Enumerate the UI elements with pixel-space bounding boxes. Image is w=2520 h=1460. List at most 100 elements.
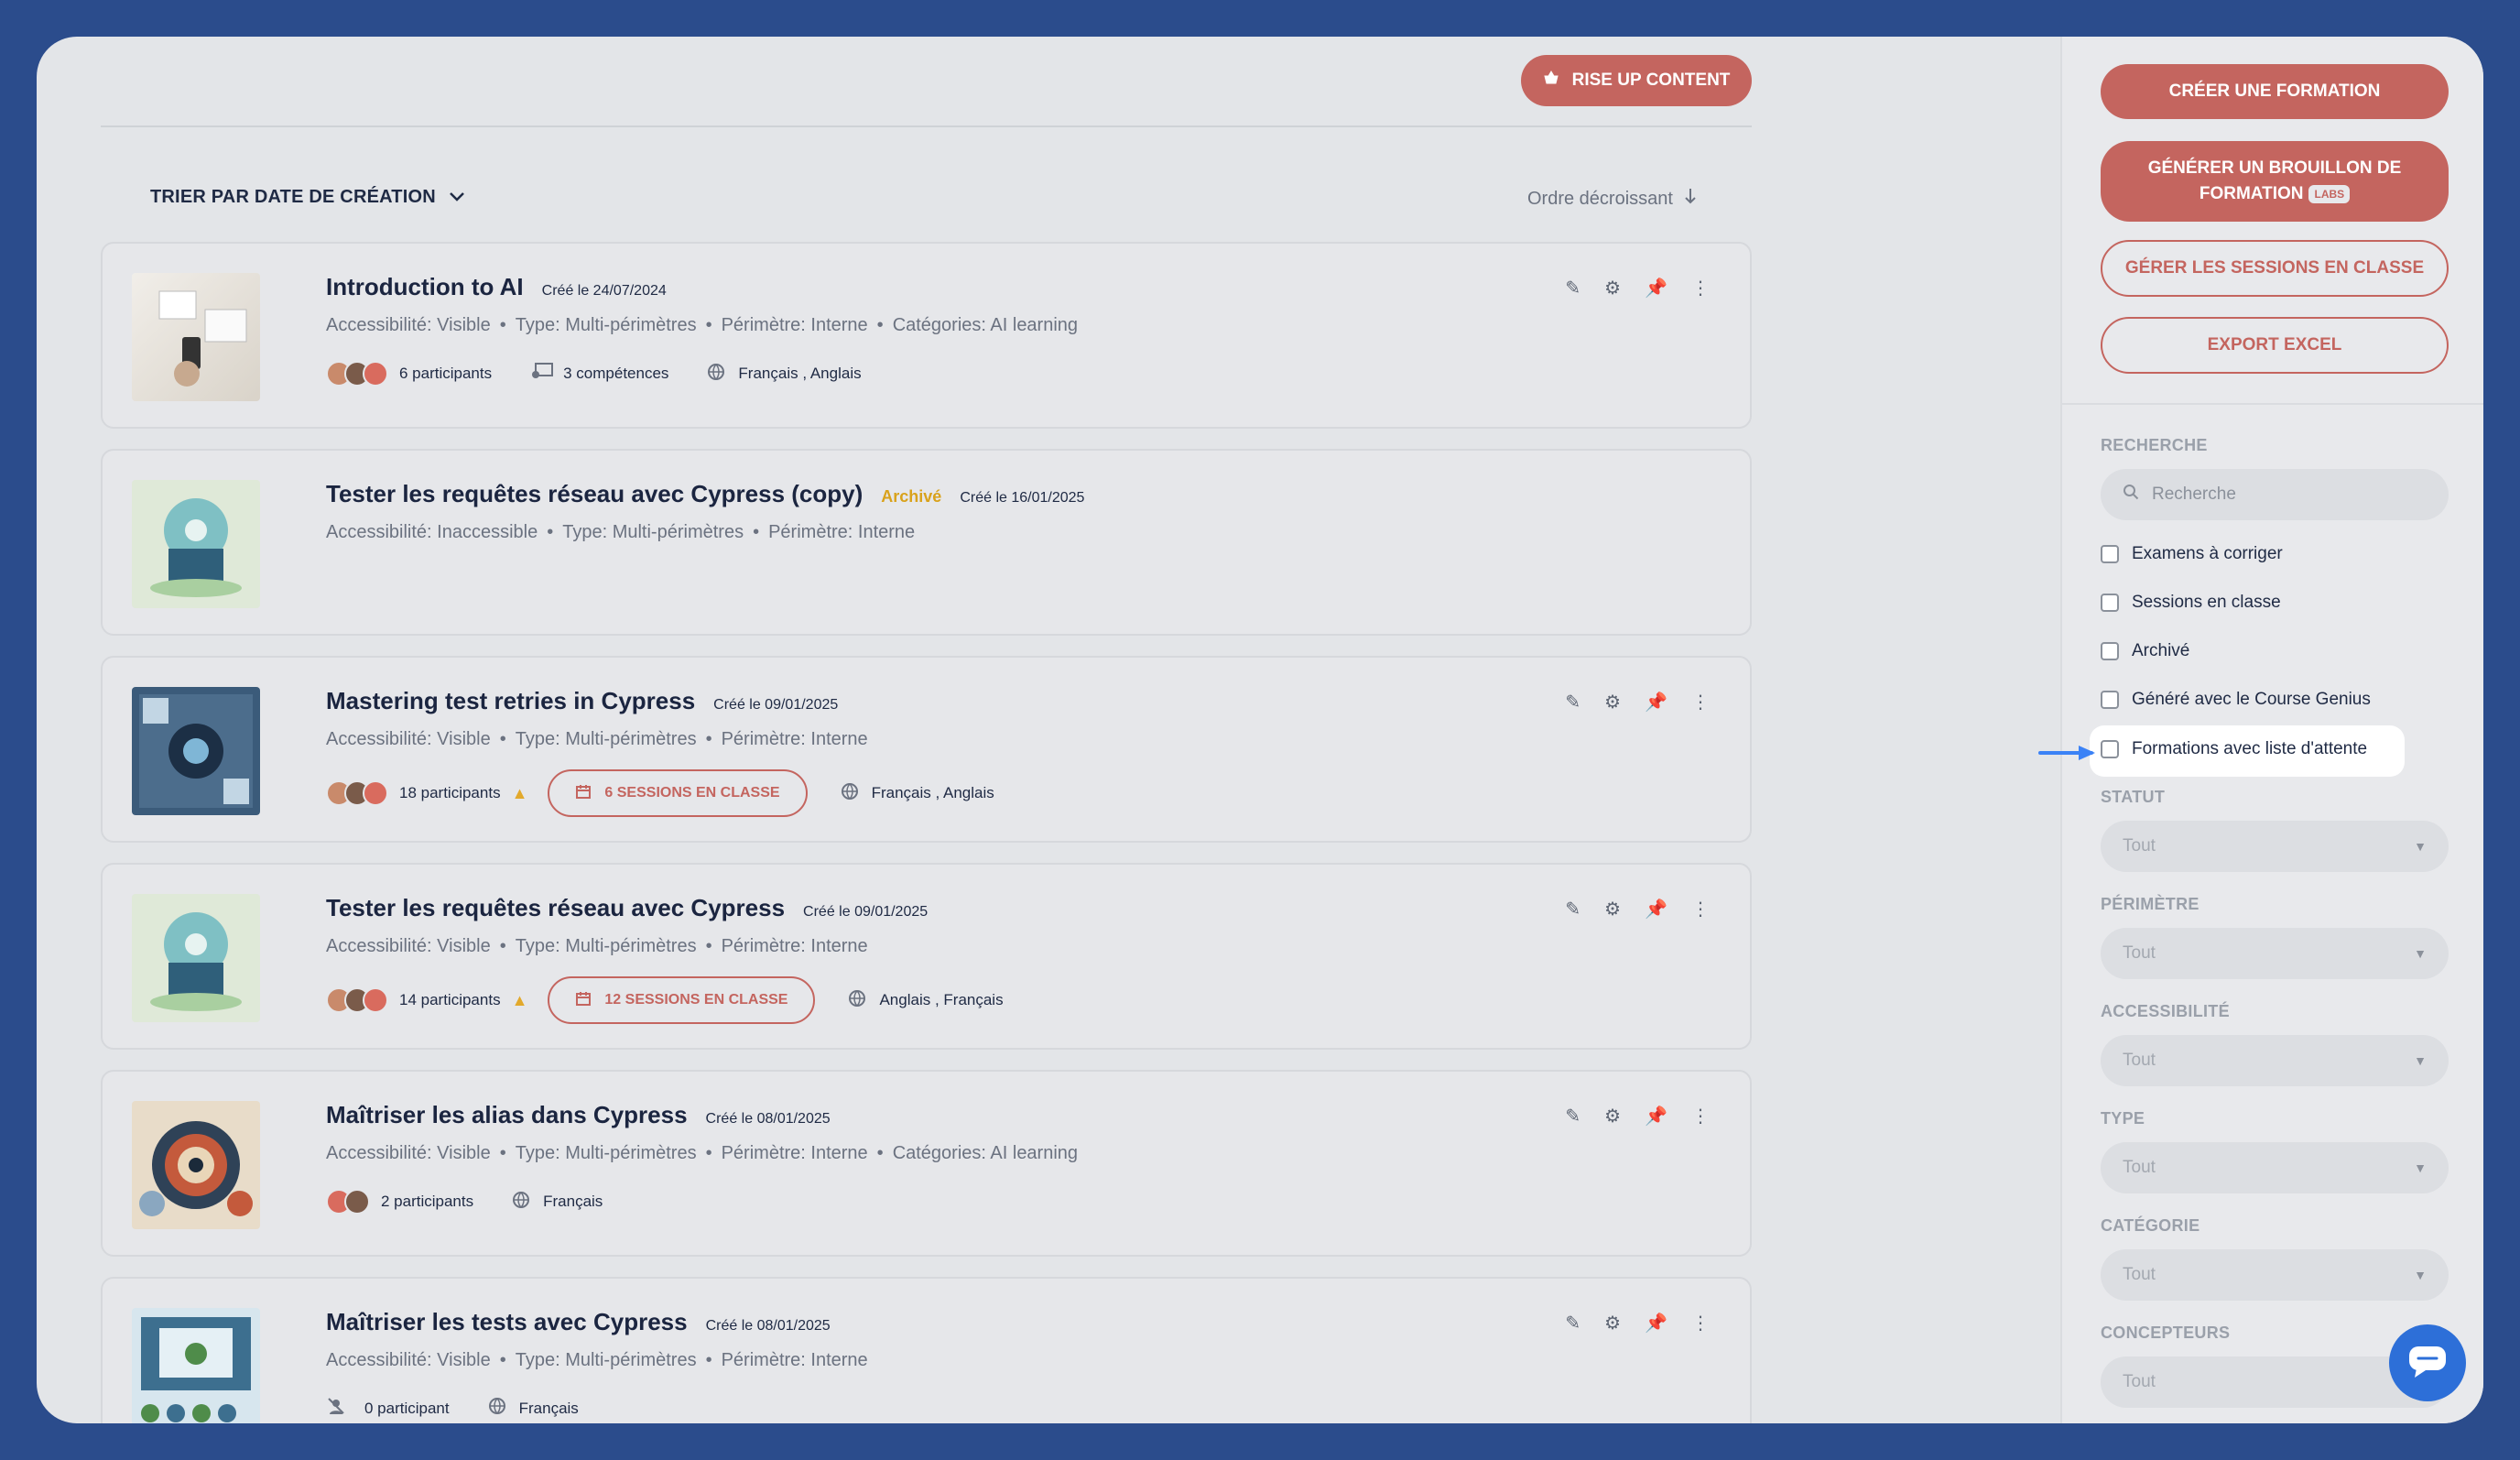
course-title[interactable]: Maîtriser les alias dans Cypress (326, 1101, 688, 1129)
sessions-label: 12 SESSIONS EN CLASSE (604, 992, 788, 1008)
checkbox-box[interactable] (2101, 691, 2119, 709)
app-window: RISE UP CONTENT TRIER PAR DATE DE CRÉATI… (37, 37, 2483, 1423)
gear-icon[interactable]: ⚙ (1604, 277, 1621, 300)
pin-icon[interactable]: 📌 (1645, 277, 1667, 300)
category-select[interactable]: Tout ▼ (2101, 1249, 2449, 1301)
create-course-button[interactable]: CRÉER UNE FORMATION (2101, 64, 2449, 119)
course-card[interactable]: Tester les requêtes réseau avec Cypress … (101, 449, 1752, 636)
more-vertical-icon[interactable]: ⋮ (1691, 1105, 1710, 1128)
course-card[interactable]: Tester les requêtes réseau avec Cypress … (101, 863, 1752, 1050)
meta-perimeter: Périmètre: Interne (768, 522, 916, 542)
edit-icon[interactable]: ✎ (1565, 691, 1580, 714)
warning-icon: ▲ (511, 783, 528, 802)
more-vertical-icon[interactable]: ⋮ (1691, 691, 1710, 714)
participant-avatars (326, 361, 388, 387)
pin-icon[interactable]: 📌 (1645, 898, 1667, 921)
filter-perimeter-label: PÉRIMÈTRE (2101, 895, 2200, 913)
course-meta: Accessibilité: Visible • Type: Multi-péri… (326, 315, 1079, 335)
checkbox-course-genius[interactable]: Généré avec le Course Genius (2101, 690, 2371, 710)
checkbox-box[interactable] (2101, 642, 2119, 660)
pin-icon[interactable]: 📌 (1645, 691, 1667, 714)
more-vertical-icon[interactable]: ⋮ (1691, 1312, 1710, 1335)
filter-category-label: CATÉGORIE (2101, 1216, 2200, 1235)
divider (2062, 403, 2483, 405)
sort-dropdown[interactable]: TRIER PAR DATE DE CRÉATION (150, 187, 465, 208)
meta-perimeter: Périmètre: Interne (721, 936, 868, 956)
edit-icon[interactable]: ✎ (1565, 1105, 1580, 1128)
gear-icon[interactable]: ⚙ (1604, 1312, 1621, 1335)
participants-count: 0 participant (364, 1399, 450, 1417)
course-title[interactable]: Tester les requêtes réseau avec Cypress (326, 894, 785, 922)
meta-accessibility: Accessibilité: Visible (326, 1350, 491, 1370)
rise-up-content-button[interactable]: RISE UP CONTENT (1521, 55, 1752, 106)
globe-icon (841, 782, 859, 805)
meta-accessibility: Accessibilité: Visible (326, 729, 491, 749)
checkbox-waitlist[interactable]: Formations avec liste d'attente (2101, 739, 2367, 759)
meta-type: Type: Multi-périmètres (515, 1143, 697, 1163)
chat-button[interactable] (2389, 1324, 2466, 1401)
generate-draft-button[interactable]: GÉNÉRER UN BROUILLON DE FORMATION LABS (2101, 141, 2449, 222)
course-card[interactable]: Maîtriser les tests avec Cypress Créé le… (101, 1277, 1752, 1423)
edit-icon[interactable]: ✎ (1565, 1312, 1580, 1335)
select-value: Tout (2123, 943, 2156, 963)
meta-perimeter: Périmètre: Interne (721, 1143, 868, 1163)
gear-icon[interactable]: ⚙ (1604, 1105, 1621, 1128)
calendar-icon (575, 783, 592, 804)
course-info-row: 6 participants 3 compétences Français , … (326, 361, 862, 387)
course-meta: Accessibilité: Visible • Type: Multi-péri… (326, 729, 868, 749)
course-meta: Accessibilité: Visible • Type: Multi-péri… (326, 1143, 1079, 1163)
accessibility-select[interactable]: Tout ▼ (2101, 1035, 2449, 1086)
sort-order-toggle[interactable]: Ordre décroissant (1527, 187, 1697, 211)
chat-bubble-icon (2407, 1343, 2448, 1384)
sessions-button[interactable]: 6 SESSIONS EN CLASSE (548, 769, 808, 817)
course-title[interactable]: Mastering test retries in Cypress (326, 687, 695, 715)
checkbox-archived[interactable]: Archivé (2101, 641, 2189, 661)
course-card[interactable]: Mastering test retries in Cypress Créé l… (101, 656, 1752, 843)
type-select[interactable]: Tout ▼ (2101, 1142, 2449, 1193)
no-participants-icon (326, 1396, 346, 1421)
course-thumbnail (132, 1101, 260, 1229)
search-icon (2123, 484, 2139, 506)
caret-down-icon: ▼ (2414, 839, 2427, 854)
chevron-down-icon (449, 187, 465, 208)
globe-icon (848, 989, 866, 1012)
sort-order-label: Ordre décroissant (1527, 188, 1673, 209)
export-excel-button[interactable]: EXPORT EXCEL (2101, 317, 2449, 374)
course-info-row: 0 participant Français (326, 1396, 579, 1421)
checkbox-sessions[interactable]: Sessions en classe (2101, 593, 2281, 613)
meta-accessibility: Accessibilité: Inaccessible (326, 522, 538, 542)
participant-avatars (326, 780, 388, 806)
caret-down-icon: ▼ (2414, 946, 2427, 961)
more-vertical-icon[interactable]: ⋮ (1691, 898, 1710, 921)
sessions-button[interactable]: 12 SESSIONS EN CLASSE (548, 976, 816, 1024)
checkbox-box[interactable] (2101, 545, 2119, 563)
course-actions: ✎ ⚙ 📌 ⋮ (1565, 1105, 1710, 1128)
perimeter-select[interactable]: Tout ▼ (2101, 928, 2449, 979)
languages: Anglais , Français (879, 991, 1004, 1008)
pin-icon[interactable]: 📌 (1645, 1312, 1667, 1335)
course-list-panel: RISE UP CONTENT TRIER PAR DATE DE CRÉATI… (37, 37, 2060, 1423)
gear-icon[interactable]: ⚙ (1604, 691, 1621, 714)
generate-draft-label: GÉNÉRER UN BROUILLON DE FORMATION (2147, 158, 2402, 203)
meta-type: Type: Multi-périmètres (515, 729, 697, 749)
checkbox-box[interactable] (2101, 740, 2119, 758)
manage-sessions-button[interactable]: GÉRER LES SESSIONS EN CLASSE (2101, 240, 2449, 297)
edit-icon[interactable]: ✎ (1565, 898, 1580, 921)
search-input[interactable]: Recherche (2101, 469, 2449, 520)
course-title[interactable]: Introduction to AI (326, 273, 524, 301)
labs-badge: LABS (2308, 184, 2351, 203)
more-vertical-icon[interactable]: ⋮ (1691, 277, 1710, 300)
course-title[interactable]: Maîtriser les tests avec Cypress (326, 1308, 688, 1336)
course-thumbnail (132, 273, 260, 401)
pin-icon[interactable]: 📌 (1645, 1105, 1667, 1128)
checkbox-exams[interactable]: Examens à corriger (2101, 544, 2283, 564)
checkbox-box[interactable] (2101, 594, 2119, 612)
languages: Français (543, 1193, 603, 1210)
status-select[interactable]: Tout ▼ (2101, 821, 2449, 872)
course-title[interactable]: Tester les requêtes réseau avec Cypress … (326, 480, 863, 508)
edit-icon[interactable]: ✎ (1565, 277, 1580, 300)
gear-icon[interactable]: ⚙ (1604, 898, 1621, 921)
course-card[interactable]: Maîtriser les alias dans Cypress Créé le… (101, 1070, 1752, 1257)
divider (101, 125, 1752, 127)
course-card[interactable]: Introduction to AI Créé le 24/07/2024 Ac… (101, 242, 1752, 429)
